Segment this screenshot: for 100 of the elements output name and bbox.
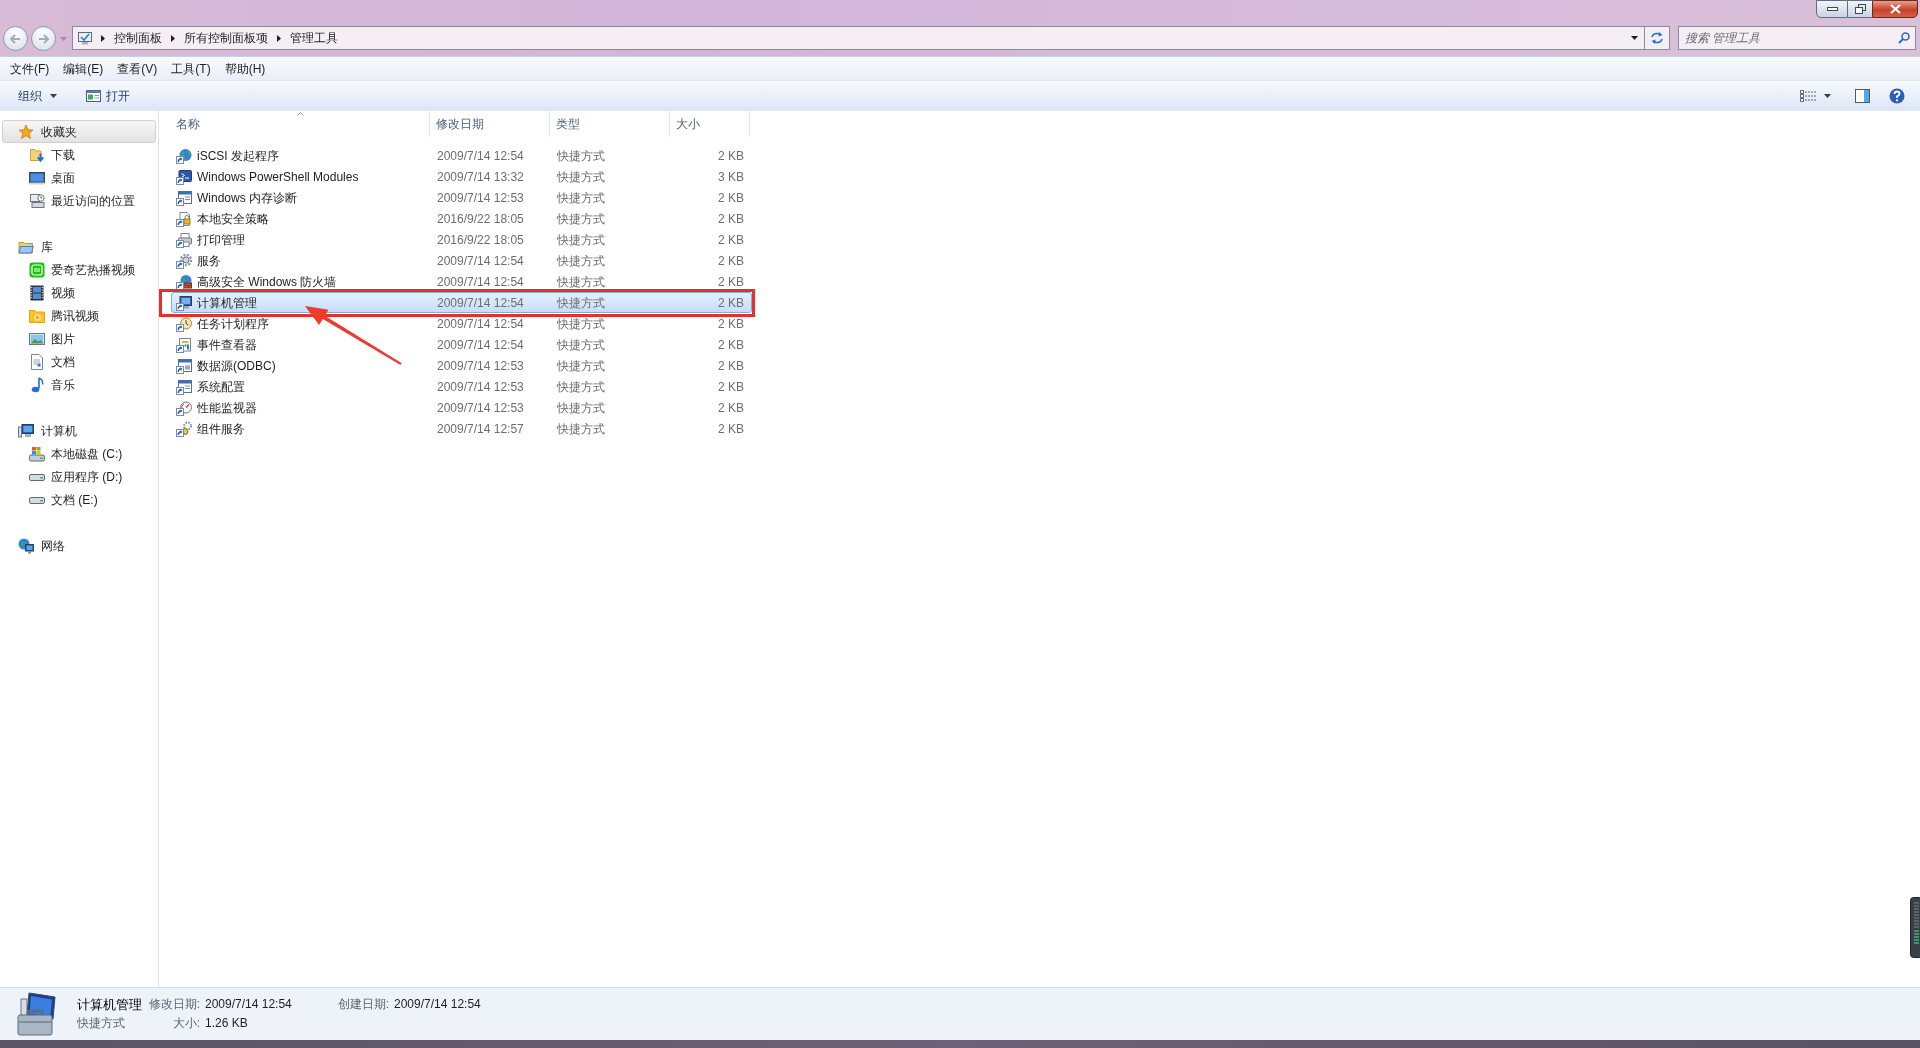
field-label: 修改日期:	[148, 996, 200, 1013]
globe-shortcut-icon	[176, 147, 192, 164]
file-row[interactable]: 高级安全 Windows 防火墙 2009/7/14 12:54 快捷方式 2 KB	[171, 271, 752, 292]
file-type: 快捷方式	[557, 148, 605, 163]
file-name: 事件查看器	[197, 337, 257, 352]
system-drive-icon	[29, 445, 45, 462]
file-type: 快捷方式	[557, 316, 605, 331]
nav-item[interactable]: 收藏夹	[2, 120, 156, 143]
breadcrumb-item[interactable]: 所有控制面板项	[184, 29, 268, 47]
item-type: 快捷方式	[77, 1015, 126, 1032]
file-size: 3 KB	[718, 169, 744, 184]
database-window-shortcut-icon	[176, 357, 192, 374]
file-row[interactable]: 计算机管理 2009/7/14 12:54 快捷方式 2 KB	[171, 292, 752, 313]
breadcrumb-item[interactable]: 控制面板	[114, 29, 162, 47]
file-size: 2 KB	[718, 274, 744, 289]
restore-button[interactable]	[1848, 0, 1872, 18]
column-header[interactable]: 类型	[550, 111, 670, 137]
computer-shortcut-icon	[176, 294, 192, 311]
nav-item[interactable]: 下载	[2, 143, 156, 166]
file-type: 快捷方式	[557, 379, 605, 394]
nav-item[interactable]: 最近访问的位置	[2, 189, 156, 212]
file-row[interactable]: Windows 内存诊断 2009/7/14 12:53 快捷方式 2 KB	[171, 187, 752, 208]
nav-item[interactable]: 库	[2, 235, 156, 258]
file-name: 系统配置	[197, 379, 245, 394]
address-bar[interactable]: 控制面板 所有控制面板项 管理工具	[72, 26, 1645, 50]
arrow-left-icon	[10, 33, 21, 44]
nav-item[interactable]: 爱奇艺热播视频	[2, 258, 156, 281]
nav-item[interactable]: 应用程序 (D:)	[2, 465, 156, 488]
file-row[interactable]: iSCSI 发起程序 2009/7/14 12:54 快捷方式 2 KB	[171, 145, 752, 166]
breadcrumb-item[interactable]: 管理工具	[290, 29, 338, 47]
field-label: 创建日期:	[337, 996, 389, 1013]
column-header[interactable]: 修改日期	[430, 111, 550, 137]
modified-date: 2016/9/22 18:05	[437, 211, 524, 226]
caret-down-icon	[1824, 93, 1831, 98]
file-type: 快捷方式	[557, 211, 605, 226]
file-type: 快捷方式	[557, 190, 605, 205]
file-type: 快捷方式	[557, 232, 605, 247]
network-globe-icon	[18, 537, 34, 554]
video-app-icon	[29, 261, 45, 278]
file-size: 2 KB	[718, 358, 744, 373]
lock-document-shortcut-icon	[176, 210, 192, 227]
modified-date: 2009/7/14 12:54	[437, 295, 524, 310]
file-type: 快捷方式	[557, 337, 605, 352]
file-size: 2 KB	[718, 316, 744, 331]
close-button[interactable]	[1872, 0, 1918, 18]
menu-item[interactable]: 查看(V)	[110, 58, 165, 79]
search-icon	[1898, 32, 1910, 44]
file-name: iSCSI 发起程序	[197, 148, 279, 163]
file-row[interactable]: 任务计划程序 2009/7/14 12:54 快捷方式 2 KB	[171, 313, 752, 334]
nav-item[interactable]: 网络	[2, 534, 156, 557]
file-name: Windows 内存诊断	[197, 190, 297, 205]
column-header[interactable]: 大小	[670, 111, 750, 137]
refresh-button[interactable]	[1645, 26, 1670, 50]
play-folder-icon	[29, 307, 45, 324]
menu-item[interactable]: 文件(F)	[3, 58, 57, 79]
file-type: 快捷方式	[557, 169, 605, 184]
column-header[interactable]: 名称	[171, 111, 430, 137]
organize-button[interactable]: 组织	[12, 83, 63, 108]
file-row[interactable]: 系统配置 2009/7/14 12:53 快捷方式 2 KB	[171, 376, 752, 397]
file-row[interactable]: Windows PowerShell Modules 2009/7/14 13:32 快捷方式 3 KB	[171, 166, 752, 187]
nav-item[interactable]: 视频	[2, 281, 156, 304]
caret-down-icon	[59, 36, 67, 41]
gears-shortcut-icon	[176, 420, 192, 437]
nav-item[interactable]: 图片	[2, 327, 156, 350]
nav-item[interactable]: 音乐	[2, 373, 156, 396]
document-icon	[29, 353, 45, 370]
menu-item[interactable]: 工具(T)	[164, 58, 218, 79]
nav-item[interactable]: 文档 (E:)	[2, 488, 156, 511]
minimize-button[interactable]	[1816, 0, 1848, 18]
field-value: 1.26 KB	[204, 1015, 249, 1032]
file-row[interactable]: 本地安全策略 2016/9/22 18:05 快捷方式 2 KB	[171, 208, 752, 229]
nav-item[interactable]: 文档	[2, 350, 156, 373]
file-name: 打印管理	[197, 232, 245, 247]
triangle-right-icon	[277, 34, 281, 42]
file-row[interactable]: 打印管理 2016/9/22 18:05 快捷方式 2 KB	[171, 229, 752, 250]
nav-item[interactable]: 本地磁盘 (C:)	[2, 442, 156, 465]
menu-item[interactable]: 编辑(E)	[56, 58, 111, 79]
window-shortcut-icon	[176, 189, 192, 206]
item-name: 计算机管理	[77, 996, 143, 1013]
file-row[interactable]: 性能监视器 2009/7/14 12:53 快捷方式 2 KB	[171, 397, 752, 418]
open-button[interactable]: 打开	[80, 83, 136, 108]
file-row[interactable]: 服务 2009/7/14 12:54 快捷方式 2 KB	[171, 250, 752, 271]
nav-item[interactable]: 计算机	[2, 419, 156, 442]
file-type: 快捷方式	[557, 253, 605, 268]
search-field[interactable]: 搜索 管理工具	[1678, 26, 1916, 50]
file-name: 数据源(ODBC)	[197, 358, 276, 373]
file-type: 快捷方式	[557, 295, 605, 310]
file-row[interactable]: 数据源(ODBC) 2009/7/14 12:53 快捷方式 2 KB	[171, 355, 752, 376]
refresh-arrows-icon	[1650, 32, 1664, 44]
close-icon	[1889, 4, 1901, 14]
file-row[interactable]: 组件服务 2009/7/14 12:57 快捷方式 2 KB	[171, 418, 752, 439]
globe-brick-wall-shortcut-icon	[176, 273, 192, 290]
nav-item[interactable]: 桌面	[2, 166, 156, 189]
caret-down-icon	[1630, 36, 1638, 40]
nav-item[interactable]: 腾讯视频	[2, 304, 156, 327]
file-row[interactable]: 事件查看器 2009/7/14 12:54 快捷方式 2 KB	[171, 334, 752, 355]
modified-date: 2009/7/14 12:53	[437, 190, 524, 205]
window-icon	[86, 89, 101, 102]
triangle-right-icon	[171, 34, 175, 42]
menu-item[interactable]: 帮助(H)	[217, 58, 273, 79]
